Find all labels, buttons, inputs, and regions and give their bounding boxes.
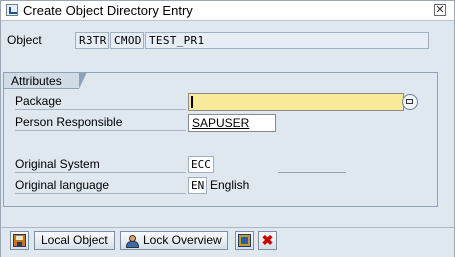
dialog-window: Create Object Directory Entry ✕ Object R… xyxy=(0,0,455,257)
save-button[interactable] xyxy=(10,231,29,250)
package-input[interactable] xyxy=(188,93,404,111)
object-label: Object xyxy=(7,33,42,47)
attributes-group-title: Attributes xyxy=(3,72,87,89)
object-type-field: CMOD xyxy=(110,32,144,49)
close-x-icon: ✖ xyxy=(261,232,274,248)
lock-overview-button[interactable]: Lock Overview xyxy=(120,231,228,250)
original-language-label: Original language xyxy=(15,178,110,192)
original-language-text: English xyxy=(210,178,250,192)
value-help-icon[interactable] xyxy=(402,94,418,110)
text-cursor xyxy=(191,96,193,108)
object-pgmid-field: R3TR xyxy=(75,32,109,49)
package-label: Package xyxy=(15,94,62,108)
title-bar: Create Object Directory Entry ✕ xyxy=(1,1,454,21)
original-system-label: Original System xyxy=(15,157,100,171)
dialog-title: Create Object Directory Entry xyxy=(23,3,193,18)
person-icon xyxy=(125,234,139,248)
object-name-field: TEST_PR1 xyxy=(145,32,429,49)
local-object-button[interactable]: Local Object xyxy=(34,231,115,250)
check-button[interactable] xyxy=(235,231,254,250)
person-responsible-input[interactable]: SAPUSER xyxy=(188,114,276,132)
dialog-icon xyxy=(6,4,18,16)
original-system-field: ECC xyxy=(188,156,214,173)
check-icon xyxy=(238,234,251,247)
original-language-code: EN xyxy=(188,177,207,194)
dialog-toolbar: Local Object Lock Overview ✖ xyxy=(1,227,454,257)
person-responsible-label: Person Responsible xyxy=(15,115,123,129)
save-icon xyxy=(13,234,26,247)
attributes-group: Attributes Package Person Responsible SA… xyxy=(3,72,438,207)
cancel-button[interactable]: ✖ xyxy=(258,231,277,250)
close-icon[interactable]: ✕ xyxy=(434,4,446,16)
